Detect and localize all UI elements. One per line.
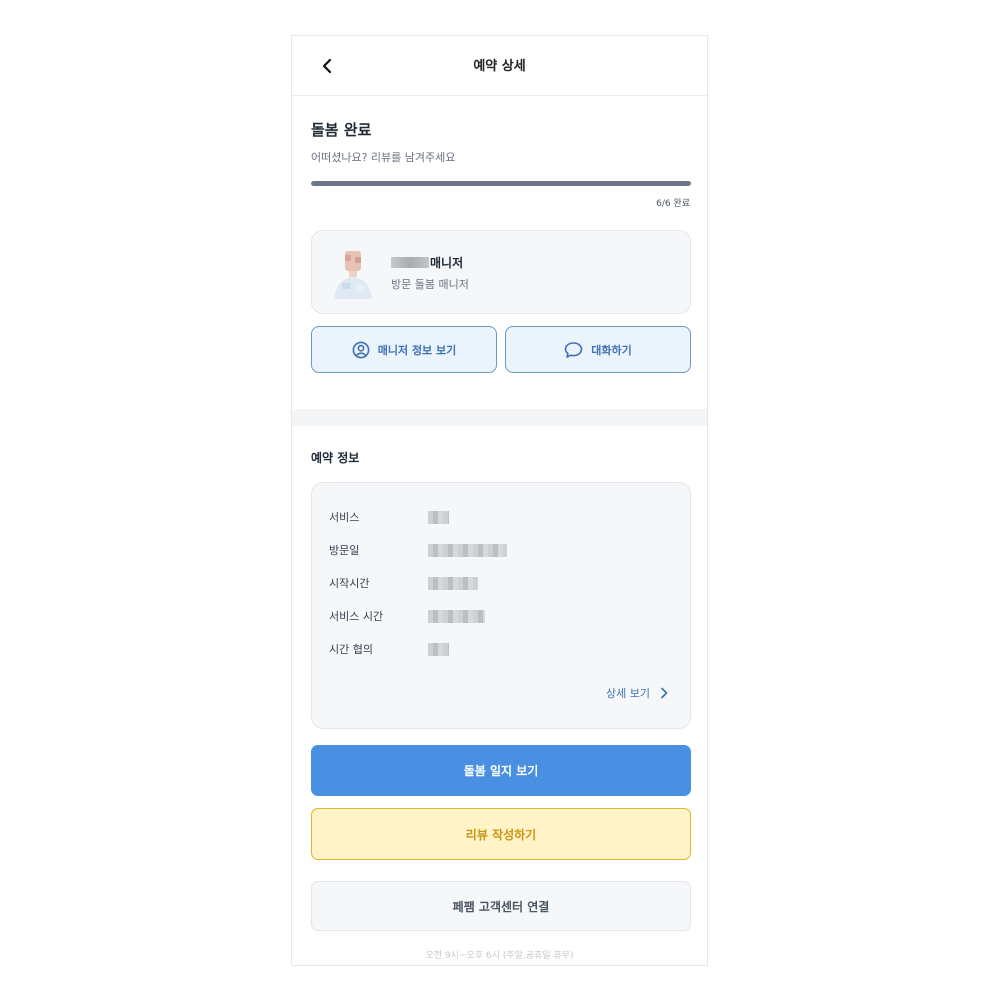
info-row-service: 서비스	[329, 507, 449, 527]
info-label: 서비스	[329, 511, 360, 524]
manager-name: 매니저	[391, 254, 463, 271]
top-bar: 예약 상세	[292, 36, 707, 96]
manager-name-suffix: 매니저	[430, 256, 464, 270]
view-details-label: 상세 보기	[606, 687, 650, 700]
chat-label: 대화하기	[591, 343, 632, 357]
manager-info-button[interactable]: 매니저 정보 보기	[311, 326, 497, 373]
write-review-button[interactable]: 리뷰 작성하기	[311, 808, 691, 860]
operating-hours: 오전 9시~오후 6시 (주말,공휴일 휴무)	[425, 951, 574, 961]
info-row-visit-date: 방문일	[329, 540, 507, 560]
chat-bubble-icon	[564, 341, 583, 358]
reservation-info-card: 서비스 방문일 시작시간 서비스 시간 시간 협의 상세 보기	[311, 482, 691, 729]
manager-avatar	[332, 247, 374, 299]
section-divider	[292, 409, 707, 426]
value-redacted	[428, 609, 485, 623]
value-redacted	[428, 510, 449, 524]
reservation-section-title: 예약 정보	[311, 451, 360, 465]
info-label: 시작시간	[329, 577, 370, 590]
page-title: 예약 상세	[473, 59, 526, 74]
info-label: 방문일	[329, 544, 360, 557]
progress-fill	[311, 181, 691, 186]
status-title: 돌봄 완료	[311, 121, 372, 139]
value-redacted	[428, 642, 449, 656]
manager-role: 방문 돌봄 매니저	[391, 278, 469, 291]
value-redacted	[428, 543, 507, 557]
chevron-right-icon	[661, 687, 668, 699]
progress-text: 6/6 완료	[656, 199, 690, 209]
info-row-start-time: 시작시간	[329, 573, 478, 593]
info-row-service-time: 서비스 시간	[329, 606, 485, 626]
name-redacted	[391, 257, 429, 268]
value-redacted	[428, 576, 478, 590]
customer-center-label: 페팸 고객센터 연결	[452, 899, 550, 914]
info-label: 시간 협의	[329, 643, 373, 656]
write-review-label: 리뷰 작성하기	[465, 827, 537, 842]
chat-button[interactable]: 대화하기	[505, 326, 691, 373]
manager-info-label: 매니저 정보 보기	[377, 343, 457, 357]
user-circle-icon	[352, 341, 370, 358]
status-subtitle: 어떠셨나요? 리뷰를 남겨주세요	[311, 151, 456, 164]
view-care-journal-label: 돌봄 일지 보기	[463, 764, 539, 778]
info-label: 서비스 시간	[329, 610, 384, 623]
app-screen: 예약 상세 돌봄 완료 어떠셨나요? 리뷰를 남겨주세요 6/6 완료 매니저 …	[291, 35, 708, 966]
manager-card: 매니저 방문 돌봄 매니저	[311, 230, 691, 314]
info-row-time-negotiation: 시간 협의	[329, 639, 449, 659]
view-details-link[interactable]: 상세 보기	[606, 685, 668, 701]
customer-center-button[interactable]: 페팸 고객센터 연결	[311, 881, 691, 931]
progress-bar	[311, 181, 691, 186]
view-care-journal-button[interactable]: 돌봄 일지 보기	[311, 745, 691, 796]
